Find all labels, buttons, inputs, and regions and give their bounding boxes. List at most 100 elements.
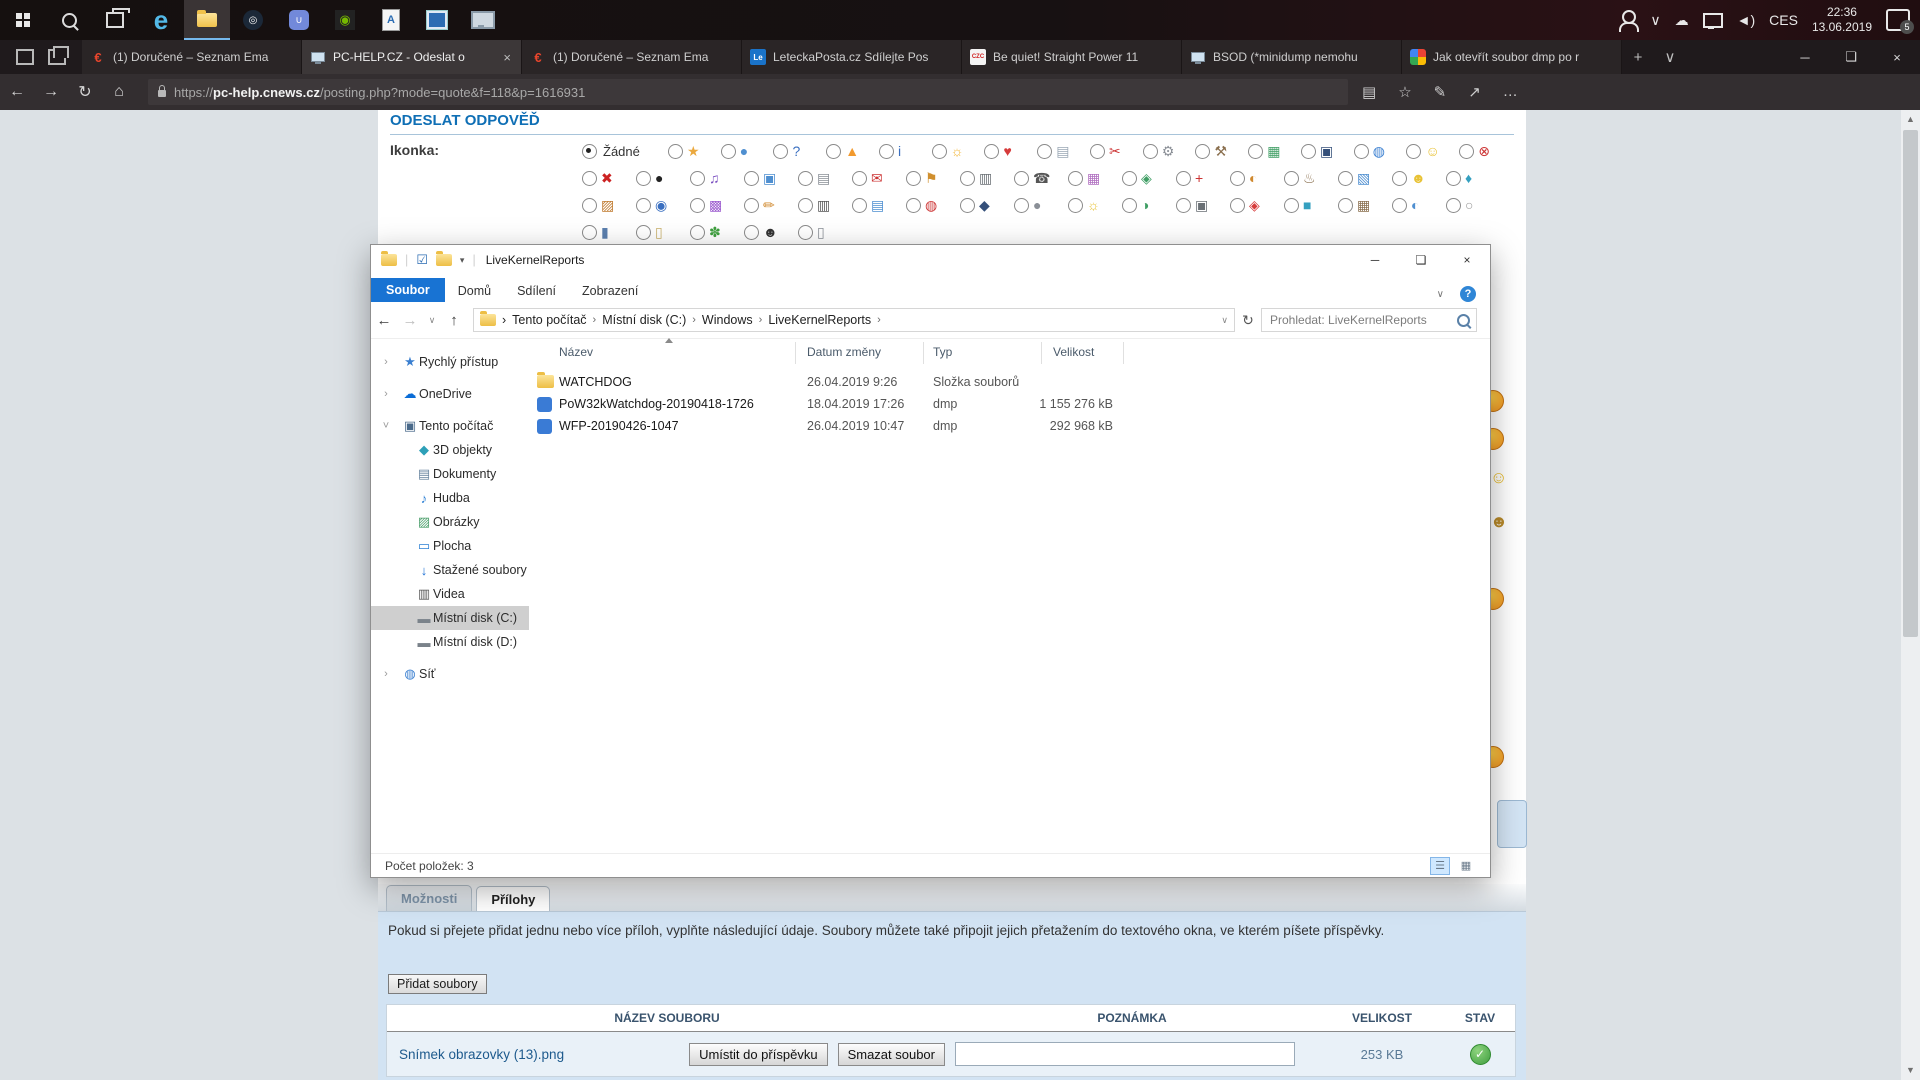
radio[interactable] — [1338, 171, 1353, 186]
attachment-filename-link[interactable]: Snímek obrazovky (13).png — [399, 1047, 679, 1062]
breadcrumb-item[interactable]: LiveKernelReports › — [768, 313, 881, 327]
icon-option[interactable]: ◆ — [960, 198, 1014, 213]
file-name[interactable]: WFP-20190426-1047 — [559, 419, 679, 433]
nav-pane-item[interactable]: ▬ Místní disk (D:) — [371, 630, 529, 654]
radio[interactable] — [852, 171, 867, 186]
explorer-search-input[interactable] — [1268, 312, 1457, 328]
nav-pane-item[interactable]: ▨ Obrázky — [371, 510, 529, 534]
radio[interactable] — [852, 198, 867, 213]
icon-option[interactable]: i — [879, 144, 932, 159]
icon-option[interactable]: ▣ — [1176, 198, 1230, 213]
radio[interactable] — [1446, 198, 1461, 213]
icon-option[interactable]: ☎ — [1014, 171, 1068, 186]
file-row[interactable]: PoW32kWatchdog-20190418-1726 18.04.2019 … — [529, 394, 1490, 416]
icon-option[interactable]: ▯ — [636, 225, 690, 240]
column-date[interactable]: Datum změny — [807, 345, 881, 359]
more-actions-icon[interactable]: … — [1503, 83, 1518, 101]
radio[interactable] — [773, 144, 788, 159]
radio[interactable] — [798, 198, 813, 213]
radio[interactable] — [690, 171, 705, 186]
taskbar-discord-button[interactable]: ∪ — [276, 0, 322, 40]
taskbar-office-button[interactable] — [414, 0, 460, 40]
refresh-icon[interactable]: ↻ — [68, 82, 102, 102]
reading-view-icon[interactable]: ▤ — [1362, 83, 1376, 101]
icon-option[interactable]: ▤ — [798, 171, 852, 186]
attachment-note-input[interactable] — [955, 1042, 1295, 1066]
icon-option[interactable]: ▮ — [582, 225, 636, 240]
explorer-search-box[interactable] — [1261, 308, 1477, 332]
start-button[interactable] — [0, 0, 46, 40]
new-folder-icon[interactable] — [436, 254, 452, 266]
radio[interactable] — [984, 144, 999, 159]
explorer-maximize-button[interactable]: ❏ — [1398, 245, 1444, 275]
icon-option[interactable]: ● — [721, 144, 774, 159]
nav-pane-item[interactable]: ◆ 3D objekty — [371, 438, 529, 462]
ribbon-tab[interactable]: Zobrazení — [569, 280, 651, 302]
radio[interactable] — [932, 144, 947, 159]
tab-moznosti[interactable]: Možnosti — [386, 885, 472, 911]
icon-option[interactable]: ● — [636, 171, 690, 186]
icon-option[interactable]: ● — [1014, 198, 1068, 213]
onedrive-cloud-icon[interactable]: ☁ — [1675, 12, 1689, 29]
explorer-close-button[interactable]: × — [1444, 245, 1490, 275]
expand-chevron-icon[interactable]: › — [379, 388, 393, 400]
breadcrumb-chevron[interactable]: › — [692, 314, 696, 326]
browser-tab[interactable]: PC-HELP.CZ - Odeslat o × — [302, 40, 522, 74]
icon-option[interactable]: ◑ — [1122, 198, 1176, 213]
network-icon[interactable] — [1703, 13, 1723, 28]
icon-option[interactable]: ✖ — [582, 171, 636, 186]
radio[interactable] — [582, 171, 597, 186]
icon-option[interactable]: ▯ — [798, 225, 852, 240]
radio[interactable] — [798, 225, 813, 240]
radio[interactable] — [636, 198, 651, 213]
icon-option[interactable]: ▲ — [826, 144, 879, 159]
nav-pane-item[interactable]: ▤ Dokumenty — [371, 462, 529, 486]
properties-check-icon[interactable]: ☑ — [416, 252, 428, 268]
icon-option[interactable]: ♦ — [1446, 171, 1500, 186]
expand-chevron-icon[interactable]: › — [379, 668, 393, 680]
icon-option[interactable]: ☺ — [1406, 144, 1459, 159]
taskbar-search-button[interactable] — [46, 0, 92, 40]
ribbon-tab[interactable]: Sdílení — [504, 280, 569, 302]
breadcrumb-chevron[interactable]: › — [759, 314, 763, 326]
nav-pane-item[interactable]: › ☁ OneDrive — [371, 382, 529, 406]
column-name[interactable]: Název — [559, 345, 593, 359]
radio[interactable] — [1068, 171, 1083, 186]
customize-qat-chevron-icon[interactable]: ▾ — [460, 255, 465, 266]
icon-option[interactable]: ✂ — [1090, 144, 1143, 159]
icon-option[interactable]: ▦ — [1338, 198, 1392, 213]
icon-option[interactable]: ◉ — [636, 198, 690, 213]
radio[interactable] — [690, 198, 705, 213]
radio[interactable] — [1284, 171, 1299, 186]
radio[interactable] — [906, 171, 921, 186]
icon-option[interactable]: ▩ — [690, 198, 744, 213]
radio[interactable] — [744, 198, 759, 213]
expand-ribbon-chevron-icon[interactable]: ∨ — [1437, 289, 1444, 300]
radio[interactable] — [960, 198, 975, 213]
icon-option[interactable]: ✽ — [690, 225, 744, 240]
ribbon-tab[interactable]: Domů — [445, 280, 504, 302]
action-center-icon[interactable]: 5 — [1886, 9, 1910, 31]
icon-option[interactable]: ▥ — [960, 171, 1014, 186]
radio[interactable] — [1459, 144, 1474, 159]
radio[interactable] — [1354, 144, 1369, 159]
browser-minimize-button[interactable]: ─ — [1782, 40, 1828, 74]
people-icon[interactable] — [1622, 10, 1636, 24]
language-indicator[interactable]: CES — [1769, 12, 1798, 28]
icon-option[interactable]: ⊗ — [1459, 144, 1512, 159]
smiley-lightbulb-icon[interactable]: ☺ — [1490, 468, 1507, 488]
explorer-title-bar[interactable]: | ☑ ▾ | LiveKernelReports ─ ❏ × — [371, 245, 1490, 275]
nav-pane-item[interactable]: ▥ Videa — [371, 582, 529, 606]
icon-option[interactable]: ▨ — [582, 198, 636, 213]
nav-history-chevron-icon[interactable]: ∨ — [423, 315, 441, 326]
help-icon[interactable]: ? — [1460, 286, 1476, 302]
breadcrumb-item[interactable]: Místní disk (C:) › — [602, 313, 696, 327]
icon-option[interactable]: ◍ — [1354, 144, 1407, 159]
browser-tab[interactable]: Le LeteckaPosta.cz Sdílejte Pos — [742, 40, 962, 74]
breadcrumb-item[interactable]: Windows › — [702, 313, 762, 327]
icon-option[interactable]: ? — [773, 144, 826, 159]
icon-option[interactable]: ♨ — [1284, 171, 1338, 186]
task-view-button[interactable] — [92, 0, 138, 40]
icon-option[interactable]: ⚒ — [1195, 144, 1248, 159]
browser-tab[interactable]: Jak otevřít soubor dmp po r — [1402, 40, 1622, 74]
